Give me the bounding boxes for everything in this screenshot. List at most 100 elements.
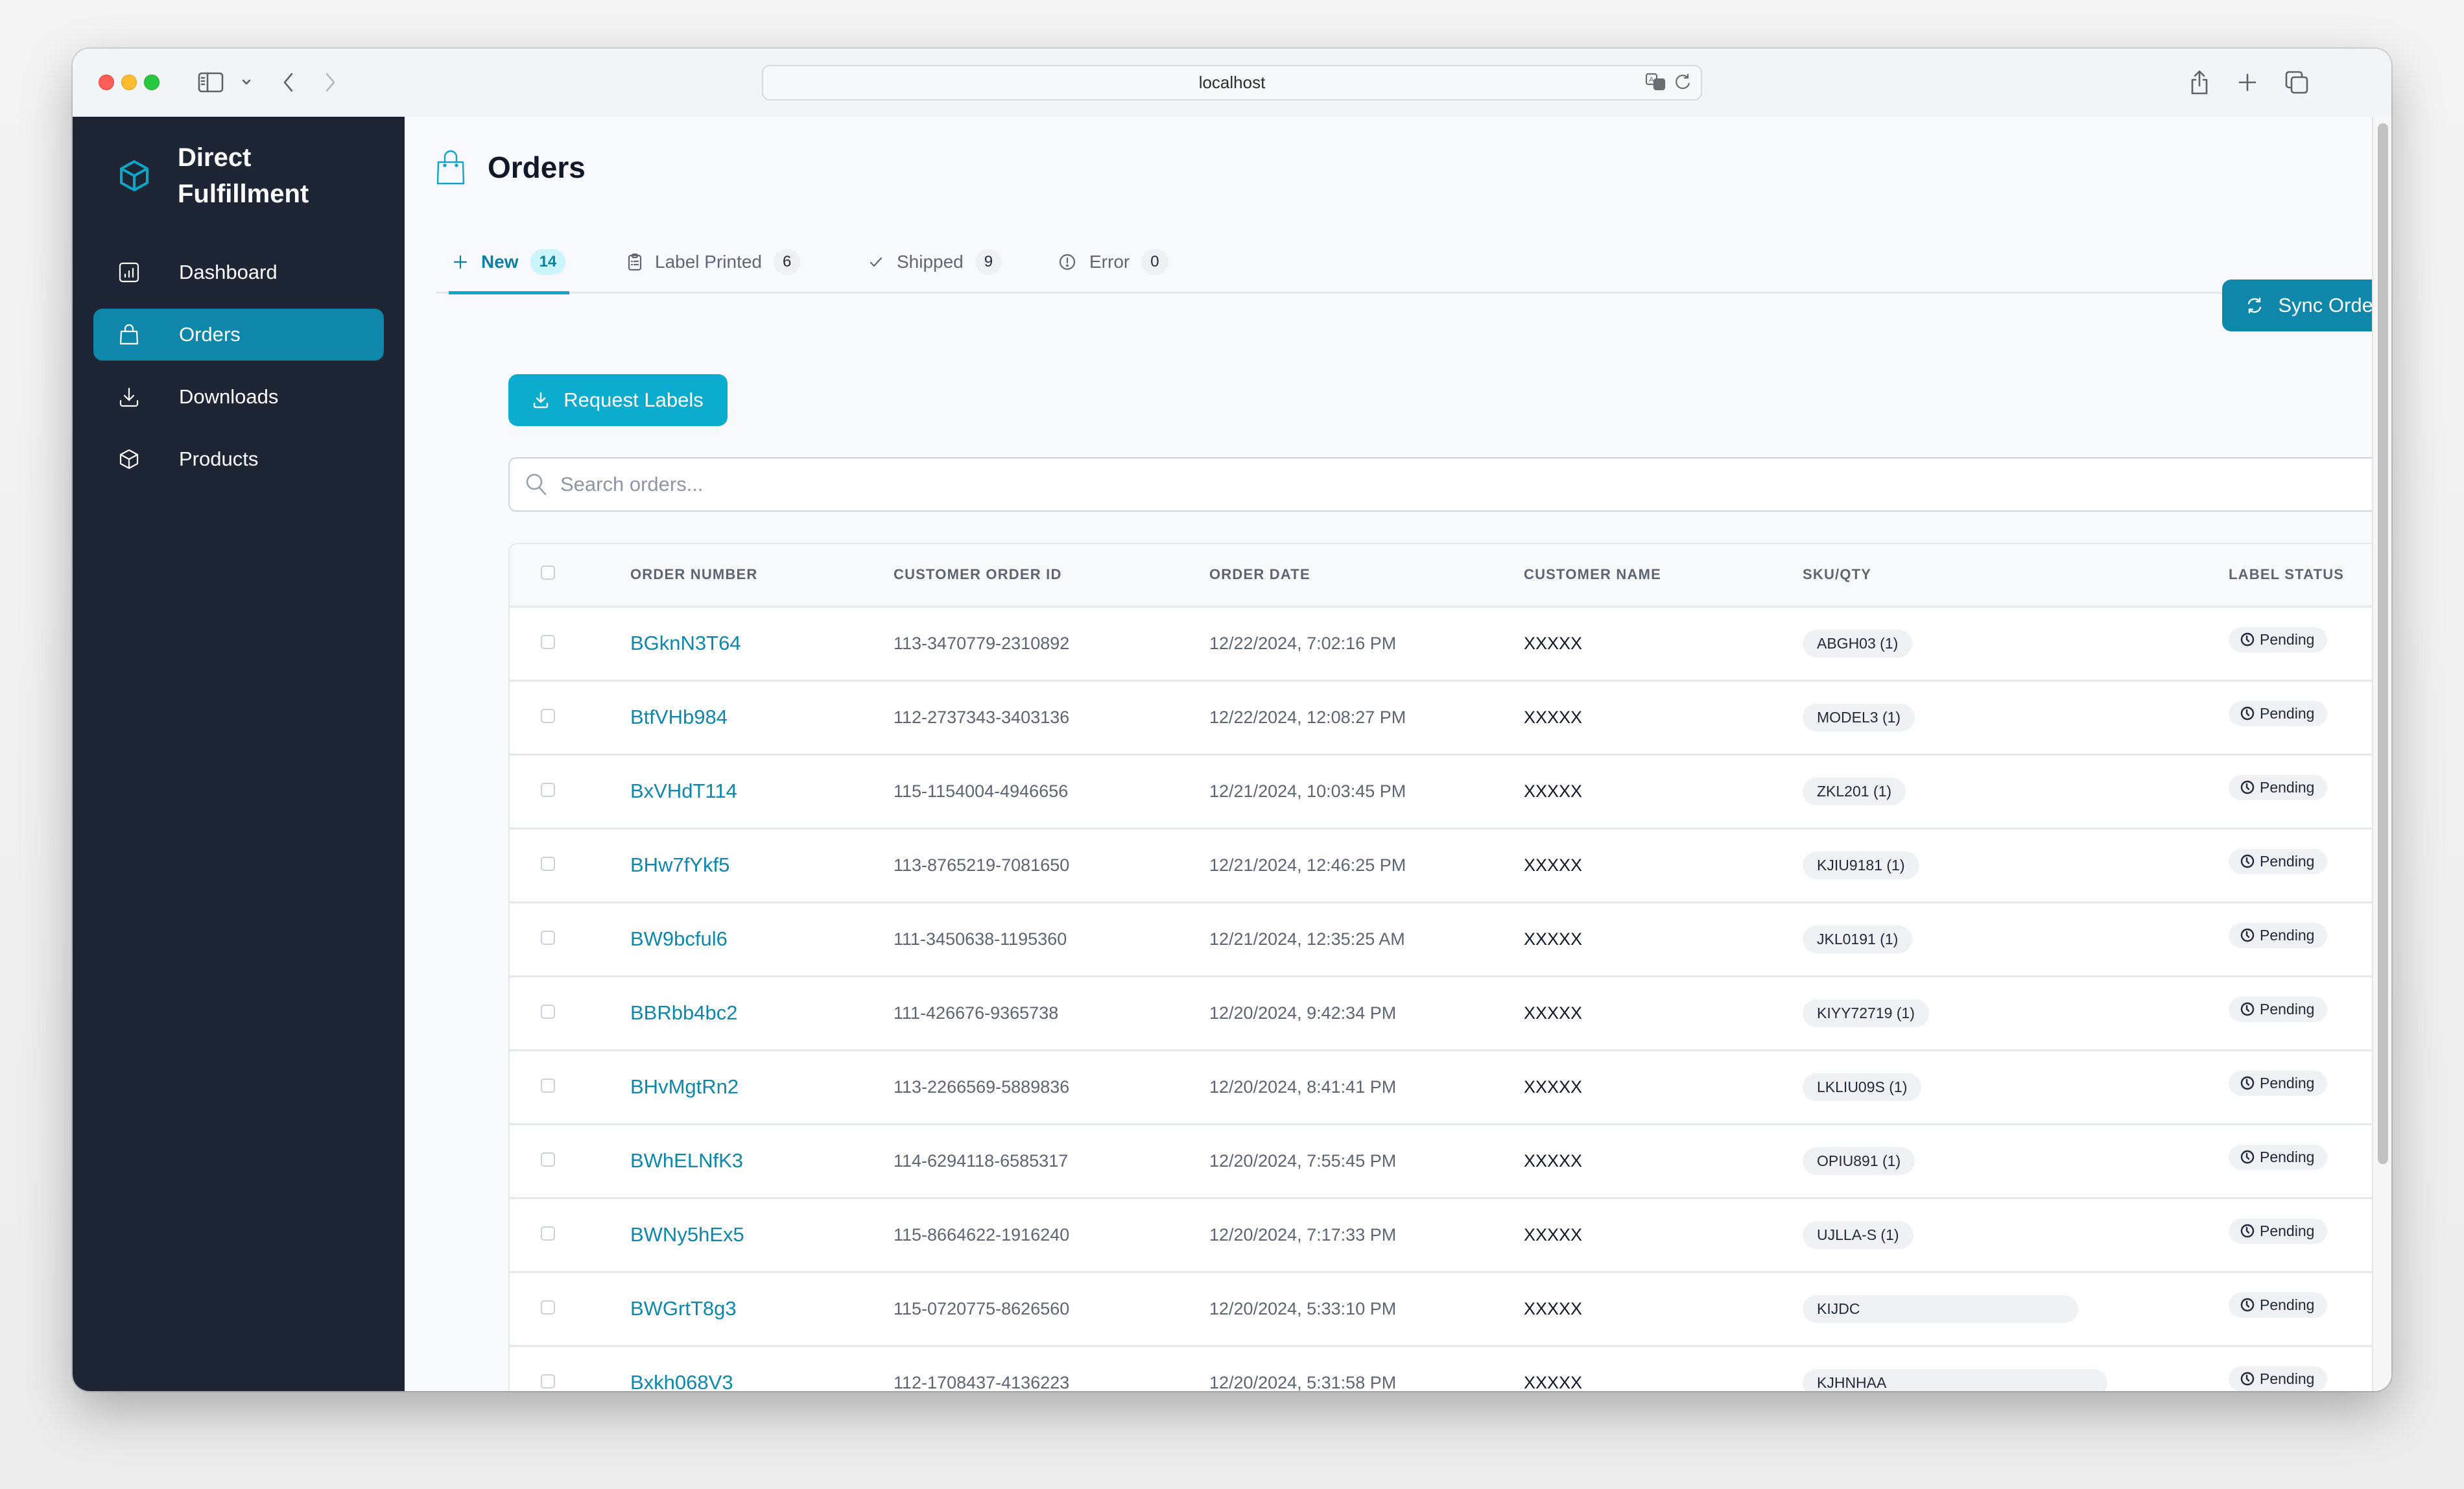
row-checkbox[interactable] xyxy=(541,1226,555,1241)
row-checkbox[interactable] xyxy=(541,1374,555,1388)
forward-icon[interactable] xyxy=(320,69,340,95)
minimize-window-button[interactable] xyxy=(121,75,137,90)
order-date: 12/20/2024, 5:33:10 PM xyxy=(1209,1272,1524,1347)
vertical-scrollbar[interactable] xyxy=(2372,117,2391,1391)
clock-icon xyxy=(2240,706,2255,721)
share-icon[interactable] xyxy=(2188,69,2211,95)
clock-icon xyxy=(2240,928,2255,942)
order-date: 12/21/2024, 12:46:25 PM xyxy=(1209,828,1524,903)
address-bar[interactable]: localhost A xyxy=(762,65,1702,101)
table-row[interactable]: BWhELNfK3 114-6294118-6585317 12/20/2024… xyxy=(510,1124,2391,1199)
table-row[interactable]: BHvMgtRn2 113-2266569-5889836 12/20/2024… xyxy=(510,1050,2391,1125)
table-row[interactable]: BGknN3T64 113-3470779-2310892 12/22/2024… xyxy=(510,606,2391,682)
status-tabs: New 14 Label Printed 6 Shipped 9 Error 0 xyxy=(436,232,2341,294)
order-number-link[interactable]: BW9bcful6 xyxy=(630,927,728,950)
sidebar-nav: Dashboard Orders Downloads Products xyxy=(93,246,384,495)
column-header-order-date[interactable]: ORDER DATE xyxy=(1209,544,1524,608)
chevron-down-icon[interactable] xyxy=(239,69,254,95)
customer-order-id: 115-1154004-4946656 xyxy=(894,754,1209,829)
close-window-button[interactable] xyxy=(99,75,114,90)
label-status-badge: Pending xyxy=(2229,1218,2328,1244)
order-number-link[interactable]: BWGrtT8g3 xyxy=(630,1297,737,1320)
customer-order-id: 111-3450638-1195360 xyxy=(894,902,1209,977)
column-header-sku-qty[interactable]: SKU/QTY xyxy=(1803,544,2229,608)
row-checkbox[interactable] xyxy=(541,856,555,871)
table-row[interactable]: BxVHdT114 115-1154004-4946656 12/21/2024… xyxy=(510,754,2391,829)
tab-label: New xyxy=(481,252,519,272)
tab-new[interactable]: New 14 xyxy=(448,232,570,294)
row-checkbox[interactable] xyxy=(541,634,555,649)
column-header-customer-order-id[interactable]: CUSTOMER ORDER ID xyxy=(894,544,1209,608)
row-checkbox[interactable] xyxy=(541,930,555,945)
order-number-link[interactable]: BHvMgtRn2 xyxy=(630,1075,739,1098)
table-row[interactable]: BHw7fYkf5 113-8765219-7081650 12/21/2024… xyxy=(510,828,2391,903)
translate-icon[interactable]: A xyxy=(1645,73,1668,95)
reload-icon[interactable] xyxy=(1675,73,1692,95)
sidebar-item-orders[interactable]: Orders xyxy=(93,309,384,361)
customer-order-id: 113-2266569-5889836 xyxy=(894,1050,1209,1125)
new-tab-icon[interactable] xyxy=(2236,69,2259,95)
tab-label-printed[interactable]: Label Printed 6 xyxy=(628,232,801,292)
row-checkbox[interactable] xyxy=(541,1004,555,1019)
label-status-text: Pending xyxy=(2260,1000,2315,1018)
alert-circle-icon xyxy=(1058,253,1076,271)
tab-error[interactable]: Error 0 xyxy=(1058,232,1168,292)
row-checkbox[interactable] xyxy=(541,782,555,797)
sidebar-item-downloads[interactable]: Downloads xyxy=(93,371,384,423)
table-row[interactable]: BtfVHb984 112-2737343-3403136 12/22/2024… xyxy=(510,680,2391,756)
label-status-text: Pending xyxy=(2260,1074,2315,1091)
clock-icon xyxy=(2240,1298,2255,1312)
table-header-row: ORDER NUMBER CUSTOMER ORDER ID ORDER DAT… xyxy=(510,544,2391,608)
sku-qty-chip: KJHNHAA xyxy=(1803,1368,2107,1391)
row-checkbox[interactable] xyxy=(541,1152,555,1167)
tab-shipped[interactable]: Shipped 9 xyxy=(868,232,1002,292)
tab-overview-icon[interactable] xyxy=(2284,69,2310,95)
order-number-link[interactable]: BWNy5hEx5 xyxy=(630,1223,744,1246)
tab-count-badge: 6 xyxy=(774,249,801,275)
column-header-order-number[interactable]: ORDER NUMBER xyxy=(630,544,894,608)
table-row[interactable]: BWNy5hEx5 115-8664622-1916240 12/20/2024… xyxy=(510,1198,2391,1273)
order-number-link[interactable]: BHw7fYkf5 xyxy=(630,853,729,876)
order-number-link[interactable]: BWhELNfK3 xyxy=(630,1149,743,1172)
order-number-link[interactable]: BtfVHb984 xyxy=(630,706,728,728)
column-header-label-status[interactable]: LABEL STATUS xyxy=(2229,544,2391,608)
customer-name: XXXXX xyxy=(1524,855,1583,875)
shopping-bag-icon xyxy=(436,150,465,185)
row-checkbox[interactable] xyxy=(541,708,555,723)
url-text: localhost xyxy=(1198,73,1266,92)
order-number-link[interactable]: BxVHdT114 xyxy=(630,780,737,802)
clock-icon xyxy=(2240,1372,2255,1386)
back-icon[interactable] xyxy=(279,69,298,95)
row-checkbox[interactable] xyxy=(541,1300,555,1315)
order-date: 12/22/2024, 7:02:16 PM xyxy=(1209,606,1524,682)
order-number-link[interactable]: Bxkh068V3 xyxy=(630,1371,733,1391)
search-input[interactable] xyxy=(560,473,2376,496)
sync-orders-button[interactable]: Sync Orders xyxy=(2222,280,2391,331)
brand[interactable]: Direct Fulfillment xyxy=(118,139,309,212)
order-date: 12/20/2024, 8:41:41 PM xyxy=(1209,1050,1524,1125)
select-all-checkbox[interactable] xyxy=(541,566,555,580)
sidebar-item-products[interactable]: Products xyxy=(93,433,384,485)
row-checkbox[interactable] xyxy=(541,1078,555,1093)
order-number-link[interactable]: BGknN3T64 xyxy=(630,632,741,654)
plus-icon xyxy=(453,254,468,270)
sidebar-item-dashboard[interactable]: Dashboard xyxy=(93,246,384,298)
table-row[interactable]: BWGrtT8g3 115-0720775-8626560 12/20/2024… xyxy=(510,1272,2391,1347)
request-labels-button[interactable]: Request Labels xyxy=(508,374,728,426)
customer-order-id: 113-3470779-2310892 xyxy=(894,606,1209,682)
column-header-customer-name[interactable]: CUSTOMER NAME xyxy=(1524,544,1803,608)
search-icon xyxy=(526,473,547,495)
table-row[interactable]: Bxkh068V3 112-1708437-4136223 12/20/2024… xyxy=(510,1346,2391,1391)
order-number-link[interactable]: BBRbb4bc2 xyxy=(630,1001,737,1024)
scrollbar-thumb[interactable] xyxy=(2378,123,2388,1164)
table-row[interactable]: BW9bcful6 111-3450638-1195360 12/21/2024… xyxy=(510,902,2391,977)
customer-name: XXXXX xyxy=(1524,1224,1583,1245)
maximize-window-button[interactable] xyxy=(144,75,160,90)
sidebar-toggle-icon[interactable] xyxy=(196,69,226,95)
box-icon xyxy=(118,448,140,470)
sku-qty-chip: UJLLA-S (1) xyxy=(1803,1221,1913,1249)
order-date: 12/20/2024, 9:42:34 PM xyxy=(1209,976,1524,1051)
label-status-text: Pending xyxy=(2260,630,2315,648)
table-row[interactable]: BBRbb4bc2 111-426676-9365738 12/20/2024,… xyxy=(510,976,2391,1051)
chart-icon xyxy=(118,261,140,283)
